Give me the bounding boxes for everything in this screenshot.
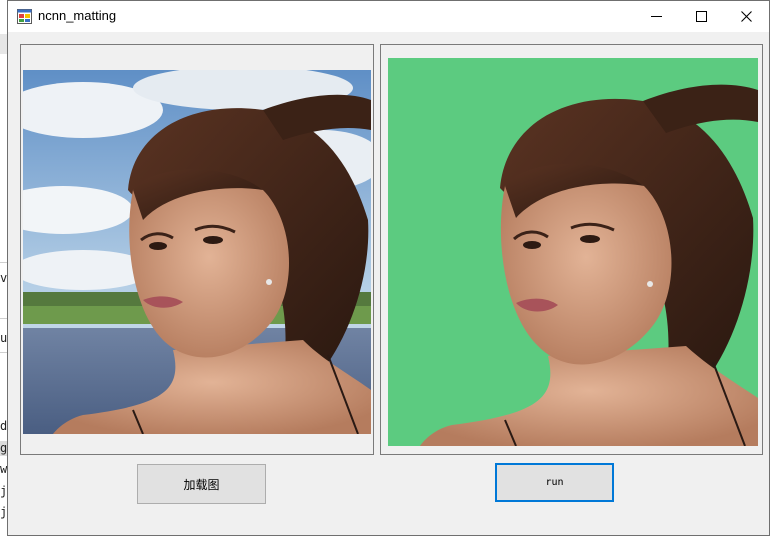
matted-photo xyxy=(388,58,758,446)
minimize-icon xyxy=(650,11,662,22)
run-button-label: run xyxy=(545,477,564,488)
app-window: ncnn_matting 加载图 run xyxy=(7,0,770,536)
maximize-button[interactable] xyxy=(678,1,724,32)
app-icon xyxy=(17,9,32,24)
maximize-icon xyxy=(695,11,707,22)
original-image-box xyxy=(20,44,374,455)
minimize-button[interactable] xyxy=(633,1,679,32)
result-image-box xyxy=(380,44,763,455)
close-icon xyxy=(740,11,752,22)
original-photo xyxy=(23,70,371,434)
title-bar[interactable]: ncnn_matting xyxy=(8,1,769,32)
load-image-button-label: 加载图 xyxy=(183,477,220,492)
close-button[interactable] xyxy=(723,1,769,32)
load-image-button[interactable]: 加载图 xyxy=(137,464,266,504)
window-title: ncnn_matting xyxy=(38,8,117,23)
run-button[interactable]: run xyxy=(495,463,614,502)
